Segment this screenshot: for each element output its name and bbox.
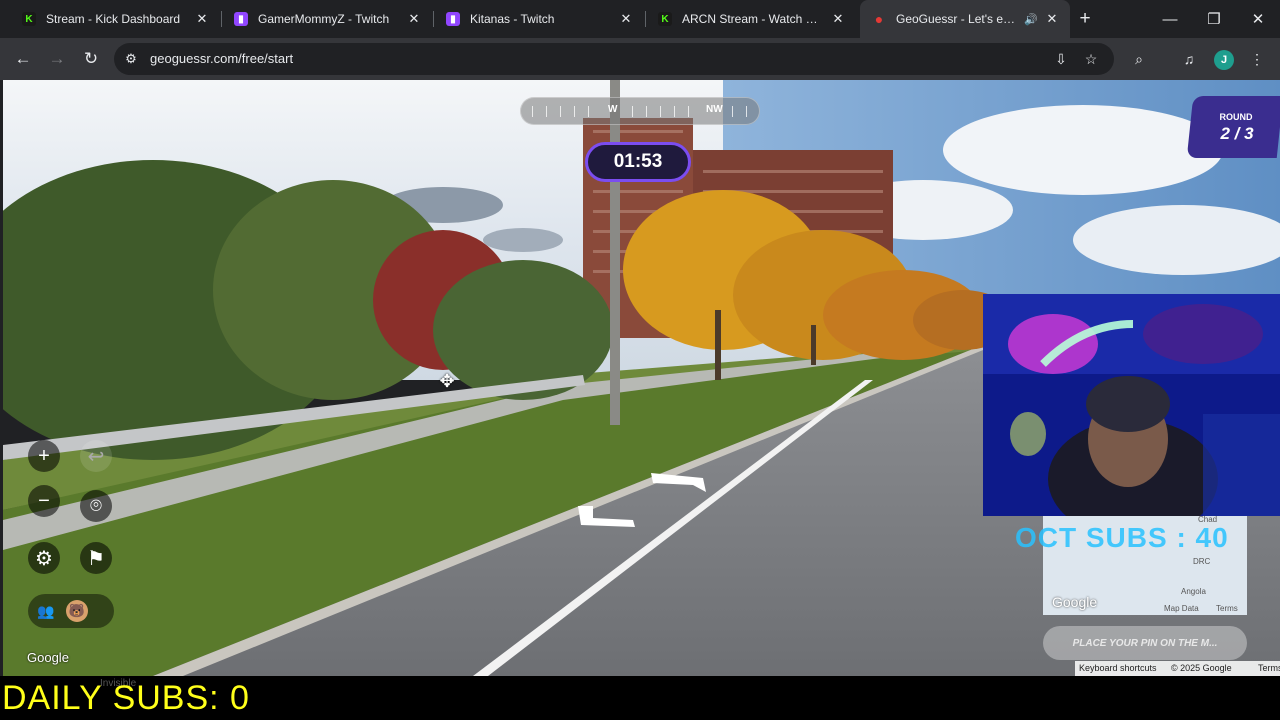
close-icon[interactable]: ✕ bbox=[830, 11, 846, 27]
place-pin-button[interactable]: PLACE YOUR PIN ON THE M... bbox=[1043, 626, 1247, 660]
zoom-in-button[interactable]: + bbox=[28, 440, 60, 472]
round-timer: 01:53 bbox=[585, 142, 691, 182]
compass-west-label: W bbox=[608, 104, 618, 115]
party-members-icon[interactable]: 👥 bbox=[36, 601, 56, 621]
tab-title: Kitanas - Twitch bbox=[470, 12, 555, 26]
tab-title: Stream - Kick Dashboard bbox=[46, 12, 181, 26]
move-cursor-icon: ✥ bbox=[439, 370, 455, 391]
close-icon[interactable]: ✕ bbox=[406, 11, 422, 27]
minimap-map-data-link[interactable]: Map Data bbox=[1164, 604, 1199, 613]
tab-kitanas[interactable]: ▮ Kitanas - Twitch ✕ bbox=[434, 0, 644, 38]
install-app-icon[interactable]: ⇩ bbox=[1051, 49, 1071, 69]
tab-title: GeoGuessr - Let's explore the world! bbox=[896, 12, 1020, 26]
undo-move-button[interactable]: ↩ bbox=[80, 440, 112, 472]
reload-button[interactable]: ↻ bbox=[79, 47, 103, 71]
map-label-drc: DRC bbox=[1193, 557, 1211, 566]
browser-toolbar: ← → ↻ ⚙ geoguessr.com/free/start ⇩ ☆ ⌕ ♫… bbox=[0, 38, 1280, 80]
tab-title: GamerMommyZ - Twitch bbox=[258, 12, 390, 26]
map-label-angola: Angola bbox=[1181, 587, 1206, 596]
minimize-button[interactable]: — bbox=[1148, 0, 1192, 38]
compass-northwest-label: NW bbox=[706, 104, 723, 115]
geoguessr-icon: ● bbox=[874, 11, 884, 27]
tab-geoguessr[interactable]: ● GeoGuessr - Let's explore the world! 🔊… bbox=[860, 0, 1070, 38]
kebab-menu-icon[interactable]: ⋮ bbox=[1246, 48, 1268, 70]
bookmark-star-icon[interactable]: ☆ bbox=[1081, 49, 1101, 69]
tab-kick-dashboard[interactable]: K Stream - Kick Dashboard ✕ bbox=[10, 0, 220, 38]
oct-subs-counter: OCT SUBS : 40 bbox=[1015, 522, 1229, 553]
close-icon[interactable]: ✕ bbox=[1044, 11, 1060, 27]
google-lens-icon[interactable]: ⌕ bbox=[1128, 48, 1150, 70]
tab-arcn-stream[interactable]: K ARCN Stream - Watch Live on Kick ✕ bbox=[646, 0, 856, 38]
settings-button[interactable]: ⚙ bbox=[28, 542, 60, 574]
tab-gamermommyz[interactable]: ▮ GamerMommyZ - Twitch ✕ bbox=[222, 0, 432, 38]
set-checkpoint-button[interactable]: ⌾ bbox=[80, 490, 112, 522]
round-value: 2 / 3 bbox=[1220, 124, 1254, 143]
close-window-button[interactable]: ✕ bbox=[1236, 0, 1280, 38]
terms-link[interactable]: Terms bbox=[1258, 663, 1280, 673]
back-button[interactable]: ← bbox=[11, 47, 35, 71]
tab-title: ARCN Stream - Watch Live on Kick bbox=[682, 12, 824, 26]
url-text[interactable]: geoguessr.com/free/start bbox=[150, 51, 293, 66]
media-controls-icon[interactable]: ♫ bbox=[1178, 48, 1200, 70]
twitch-icon: ▮ bbox=[234, 12, 248, 26]
copyright-text: © 2025 Google bbox=[1171, 663, 1232, 673]
keyboard-shortcuts-link[interactable]: Keyboard shortcuts bbox=[1079, 663, 1157, 673]
daily-subs-counter: DAILY SUBS: 0 bbox=[2, 679, 250, 717]
speaker-icon[interactable]: 🔊 bbox=[1024, 13, 1038, 26]
maximize-button[interactable]: ❐ bbox=[1192, 0, 1236, 38]
profile-avatar[interactable]: J bbox=[1214, 50, 1234, 70]
forward-button[interactable]: → bbox=[45, 47, 69, 71]
round-label: ROUND bbox=[1219, 112, 1253, 122]
kick-icon: K bbox=[658, 12, 672, 26]
minimap-google-logo: Google bbox=[1052, 594, 1098, 610]
twitch-icon: ▮ bbox=[446, 12, 460, 26]
google-logo: Google bbox=[27, 650, 69, 665]
compass-bar: W NW bbox=[520, 97, 760, 125]
new-tab-button[interactable]: + bbox=[1074, 8, 1096, 30]
map-attribution: Keyboard shortcuts © 2025 Google Terms bbox=[1075, 661, 1280, 676]
minimap-terms-link[interactable]: Terms bbox=[1216, 604, 1238, 613]
zoom-out-button[interactable]: − bbox=[28, 485, 60, 517]
site-info-icon[interactable]: ⚙ bbox=[122, 50, 140, 68]
address-bar[interactable]: ⚙ geoguessr.com/free/start ⇩ ☆ bbox=[114, 43, 1114, 75]
webcam-feed bbox=[983, 294, 1280, 516]
player-avatar[interactable]: 🐻 bbox=[66, 600, 88, 622]
return-to-start-flag-button[interactable]: ⚑ bbox=[80, 542, 112, 574]
close-icon[interactable]: ✕ bbox=[618, 11, 634, 27]
close-icon[interactable]: ✕ bbox=[194, 11, 210, 27]
webcam-image bbox=[983, 294, 1280, 516]
tab-strip: K Stream - Kick Dashboard ✕ ▮ GamerMommy… bbox=[0, 0, 1280, 38]
kick-icon: K bbox=[22, 12, 36, 26]
